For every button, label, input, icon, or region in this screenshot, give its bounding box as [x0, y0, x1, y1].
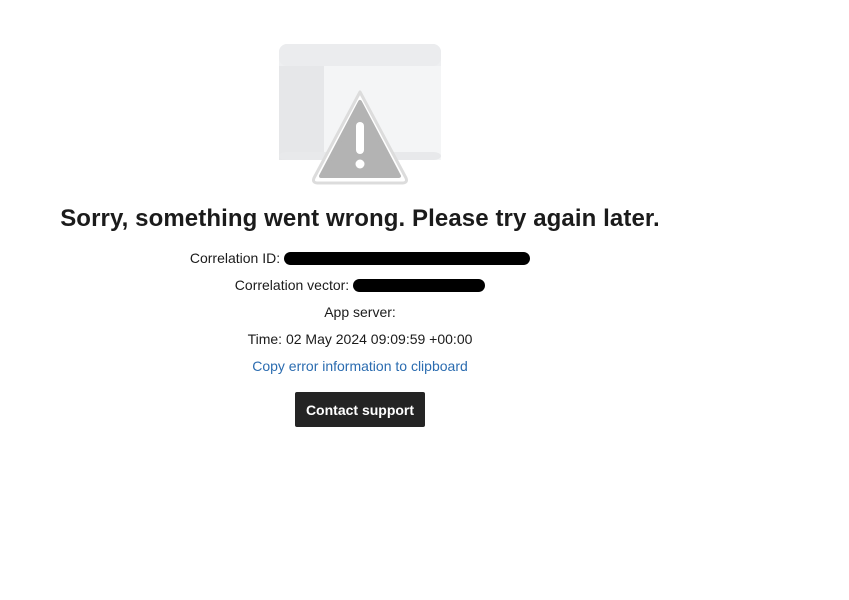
correlation-vector-row: Correlation vector:	[0, 277, 720, 293]
time-row: Time: 02 May 2024 09:09:59 +00:00	[0, 331, 720, 347]
correlation-id-redaction	[284, 251, 531, 265]
correlation-id-row: Correlation ID:	[0, 250, 720, 266]
correlation-vector-redaction	[353, 278, 486, 292]
error-title: Sorry, something went wrong. Please try …	[60, 205, 660, 232]
correlation-vector-label: Correlation vector:	[234, 277, 350, 293]
window-warning-icon	[274, 40, 446, 188]
error-page: Sorry, something went wrong. Please try …	[0, 0, 849, 600]
correlation-id-label: Correlation ID:	[189, 250, 281, 266]
contact-support-button[interactable]: Contact support	[295, 392, 425, 427]
app-server-label: App server:	[324, 304, 396, 320]
time-text: Time: 02 May 2024 09:09:59 +00:00	[247, 331, 473, 347]
copy-error-info-link[interactable]: Copy error information to clipboard	[0, 358, 720, 374]
app-server-row: App server:	[0, 304, 720, 320]
